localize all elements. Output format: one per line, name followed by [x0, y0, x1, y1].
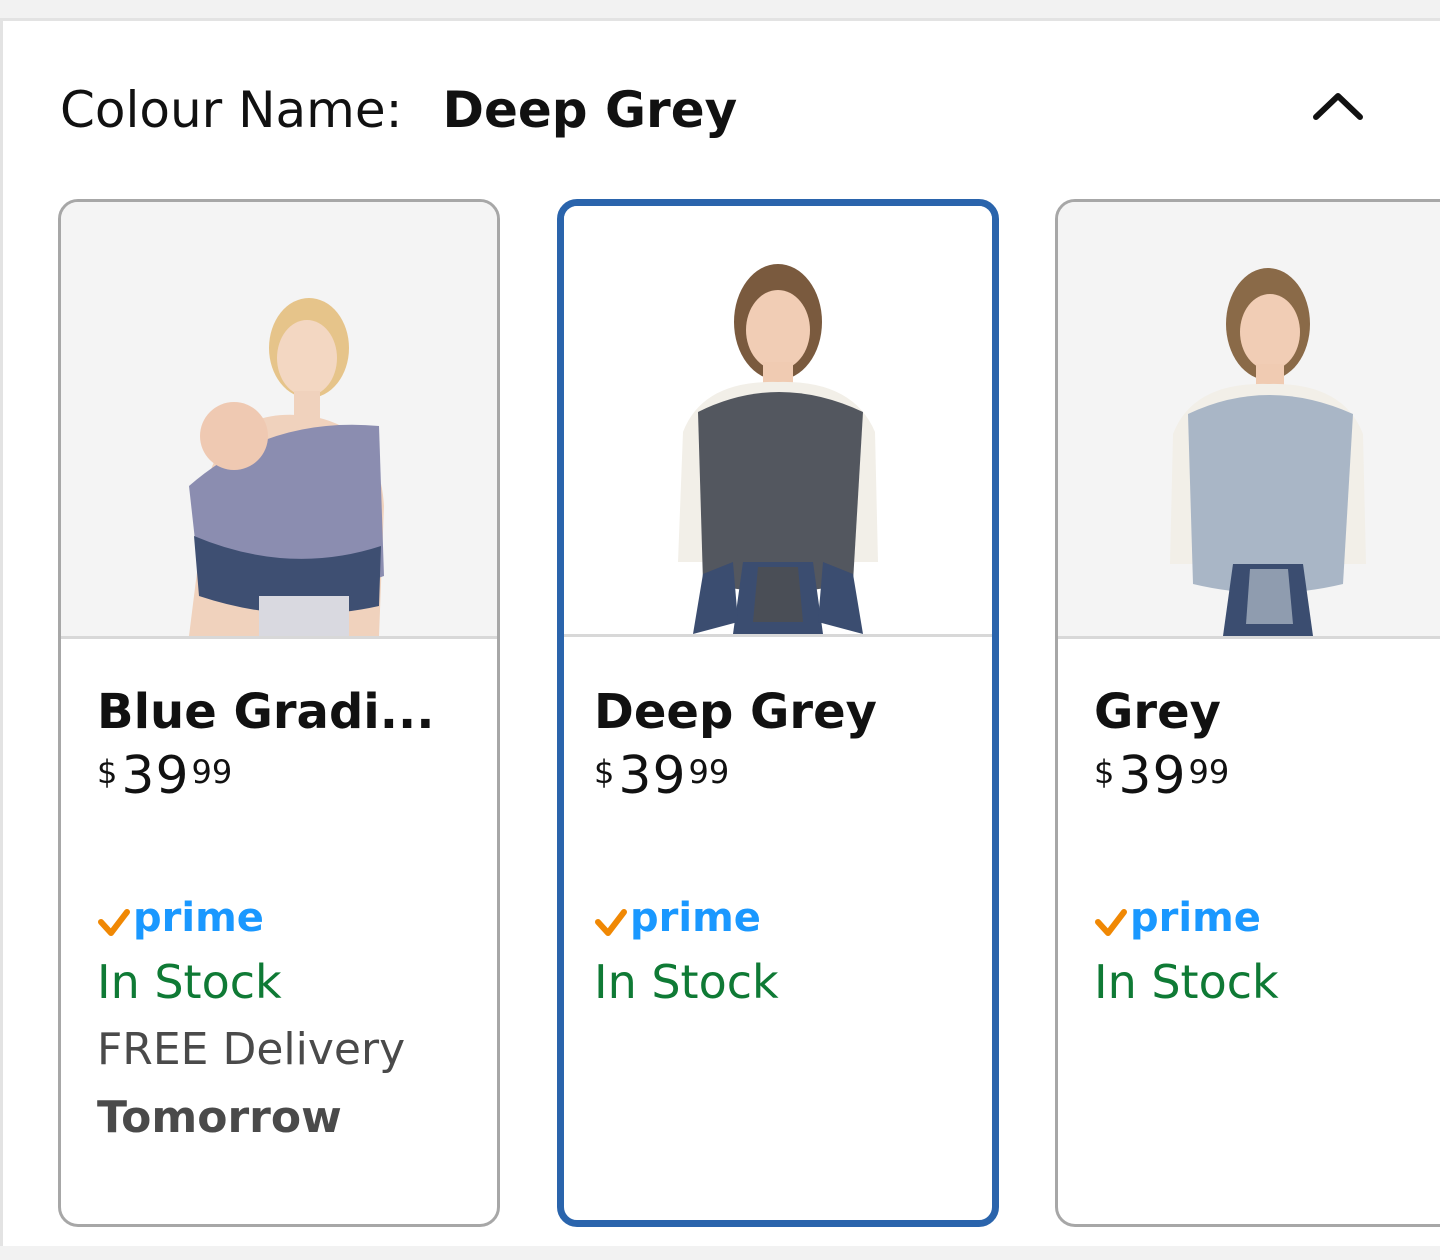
prime-label: prime [133, 895, 264, 941]
option-info: Blue Gradi... $ 39 99 prime In Stock FRE… [97, 682, 487, 1146]
product-image [1058, 202, 1440, 639]
stock-status: In Stock [594, 955, 779, 1009]
selected-colour-value: Deep Grey [442, 81, 738, 139]
product-image [564, 206, 992, 637]
colour-option-blue-gradient[interactable]: Blue Gradi... $ 39 99 prime In Stock FRE… [58, 199, 500, 1227]
chevron-up-icon [1313, 93, 1363, 120]
option-info: Deep Grey $ 39 99 prime In Stock [594, 682, 982, 1010]
price-fraction: 99 [1188, 753, 1230, 791]
prime-badge: prime [1094, 894, 1440, 938]
stock-status: In Stock [97, 955, 282, 1009]
collapse-button[interactable] [1303, 76, 1373, 136]
delivery-day: Tomorrow [97, 1092, 342, 1143]
option-info: Grey $ 39 99 prime In Stock [1094, 682, 1440, 1010]
option-name: Grey [1094, 684, 1221, 740]
colour-option-deep-grey[interactable]: Deep Grey $ 39 99 prime In Stock [557, 199, 999, 1227]
prime-label: prime [1130, 895, 1261, 941]
prime-badge: prime [594, 894, 982, 938]
option-price: $ 39 99 [97, 750, 487, 802]
check-icon [595, 909, 627, 936]
delivery-info: FREE Delivery [97, 1024, 406, 1075]
colour-selector-panel: Colour Name: Deep Grey Blue Gradi... $ 3… [0, 18, 1440, 1246]
price-whole: 39 [618, 746, 687, 806]
check-icon [1095, 909, 1127, 936]
product-photo [1170, 268, 1366, 636]
colour-options-carousel: Blue Gradi... $ 39 99 prime In Stock FRE… [3, 199, 1440, 1229]
prime-badge: prime [97, 894, 487, 938]
colour-label: Colour Name: [60, 81, 403, 139]
option-name: Deep Grey [594, 684, 877, 740]
product-photo [189, 298, 384, 636]
price-currency: $ [594, 753, 615, 791]
check-icon [98, 909, 130, 936]
price-fraction: 99 [688, 753, 730, 791]
price-currency: $ [97, 753, 118, 791]
colour-option-grey[interactable]: Grey $ 39 99 prime In Stock [1055, 199, 1440, 1227]
product-image [61, 202, 497, 639]
stock-status: In Stock [1094, 955, 1279, 1009]
option-price: $ 39 99 [1094, 750, 1440, 802]
colour-header: Colour Name: Deep Grey [60, 75, 737, 145]
prime-label: prime [630, 895, 761, 941]
price-whole: 39 [1118, 746, 1187, 806]
option-name: Blue Gradi... [97, 684, 435, 740]
price-currency: $ [1094, 753, 1115, 791]
price-whole: 39 [121, 746, 190, 806]
price-fraction: 99 [191, 753, 233, 791]
option-price: $ 39 99 [594, 750, 982, 802]
product-photo [678, 264, 878, 634]
